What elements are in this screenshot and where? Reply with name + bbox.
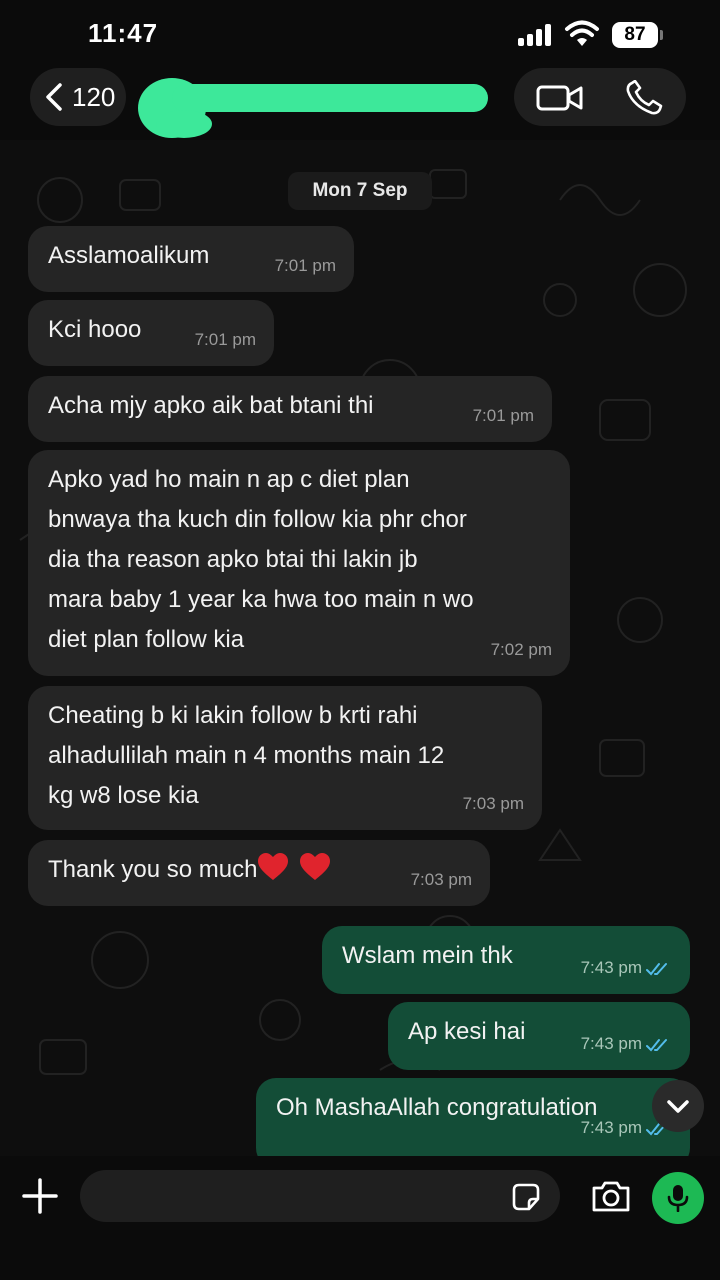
message-time: 7:01 pm — [274, 256, 336, 275]
message-incoming[interactable]: Thank you so much 7:03 pm — [28, 840, 490, 906]
call-actions — [514, 68, 686, 126]
message-line: Cheating b ki lakin follow b krti rahi — [48, 702, 418, 729]
message-time: 7:01 pm — [472, 406, 534, 425]
message-line: dia tha reason apko btai thi lakin jb — [48, 546, 418, 573]
message-incoming[interactable]: Kci hooo 7:01 pm — [28, 300, 274, 366]
back-chevron-icon — [46, 83, 62, 111]
red-heart-icon — [300, 853, 331, 880]
date-separator: Mon 7 Sep — [288, 172, 432, 210]
status-bar: 11:47 87 — [0, 0, 720, 66]
message-incoming[interactable]: Acha mjy apko aik bat btani thi 7:01 pm — [28, 376, 552, 442]
message-meta: 7:43 pm — [581, 948, 672, 988]
contact-name-redacted[interactable] — [132, 72, 492, 142]
read-ticks-icon — [646, 1038, 667, 1052]
message-time: 7:03 pm — [462, 794, 524, 813]
message-incoming[interactable]: Cheating b ki lakin follow b krti rahi a… — [28, 686, 542, 830]
message-line: Apko yad ho main n ap c diet plan — [48, 466, 410, 493]
message-input[interactable] — [80, 1170, 560, 1222]
message-meta: 7:43 pm — [581, 1024, 672, 1064]
camera-icon[interactable] — [590, 1178, 632, 1214]
message-incoming[interactable]: Apko yad ho main n ap c diet plan bnwaya… — [28, 450, 570, 676]
plus-icon[interactable] — [20, 1176, 60, 1216]
message-line: bnwaya tha kuch din follow kia phr chor — [48, 506, 467, 533]
message-incoming[interactable]: Asslamoalikum 7:01 pm — [28, 226, 354, 292]
message-time: 7:03 pm — [410, 870, 472, 889]
back-button[interactable]: 120 — [30, 68, 126, 126]
message-time: 7:43 pm — [580, 1034, 642, 1053]
video-call-icon[interactable] — [536, 83, 584, 113]
voice-record-button[interactable] — [652, 1172, 704, 1224]
mic-icon — [667, 1185, 689, 1212]
unread-count: 120 — [72, 81, 116, 112]
message-time: 7:43 pm — [580, 1118, 642, 1137]
scroll-down-button[interactable] — [652, 1080, 704, 1132]
signal-icon — [518, 24, 558, 46]
chat-header: 120 — [0, 66, 720, 140]
message-line: Thank you so much — [48, 856, 258, 883]
red-heart-icon — [258, 853, 289, 880]
battery-icon: 87 — [612, 22, 658, 48]
chat-area[interactable]: Mon 7 Sep Asslamoalikum 7:01 pm Kci hooo… — [0, 140, 720, 1156]
sticker-icon[interactable] — [510, 1182, 542, 1212]
status-time: 11:47 — [88, 18, 159, 48]
message-text: Acha mjy apko aik bat btani thi — [48, 392, 374, 419]
message-outgoing[interactable]: Wslam mein thk 7:43 pm — [322, 926, 690, 994]
message-time: 7:02 pm — [490, 640, 552, 659]
message-line: alhadullilah main n 4 months main 12 — [48, 742, 445, 769]
composer-bar — [0, 1156, 720, 1280]
phone-icon[interactable] — [624, 80, 664, 116]
message-line: diet plan follow kia — [48, 626, 245, 653]
message-line: kg w8 lose kia — [48, 782, 199, 809]
message-time: 7:01 pm — [194, 330, 256, 349]
message-outgoing[interactable]: Oh MashaAllah congratulation 7:43 pm — [256, 1078, 690, 1156]
message-time: 7:43 pm — [580, 958, 642, 977]
message-outgoing[interactable]: Ap kesi hai 7:43 pm — [388, 1002, 690, 1070]
wifi-icon — [565, 20, 599, 46]
message-text: Cheating b ki lakin follow b krti rahi a… — [48, 696, 528, 816]
message-line: mara baby 1 year ka hwa too main n wo — [48, 586, 474, 613]
message-text: Apko yad ho main n ap c diet plan bnwaya… — [48, 460, 556, 660]
read-ticks-icon — [646, 962, 667, 976]
scroll-down-icon — [667, 1100, 689, 1113]
battery-tip — [660, 30, 663, 40]
